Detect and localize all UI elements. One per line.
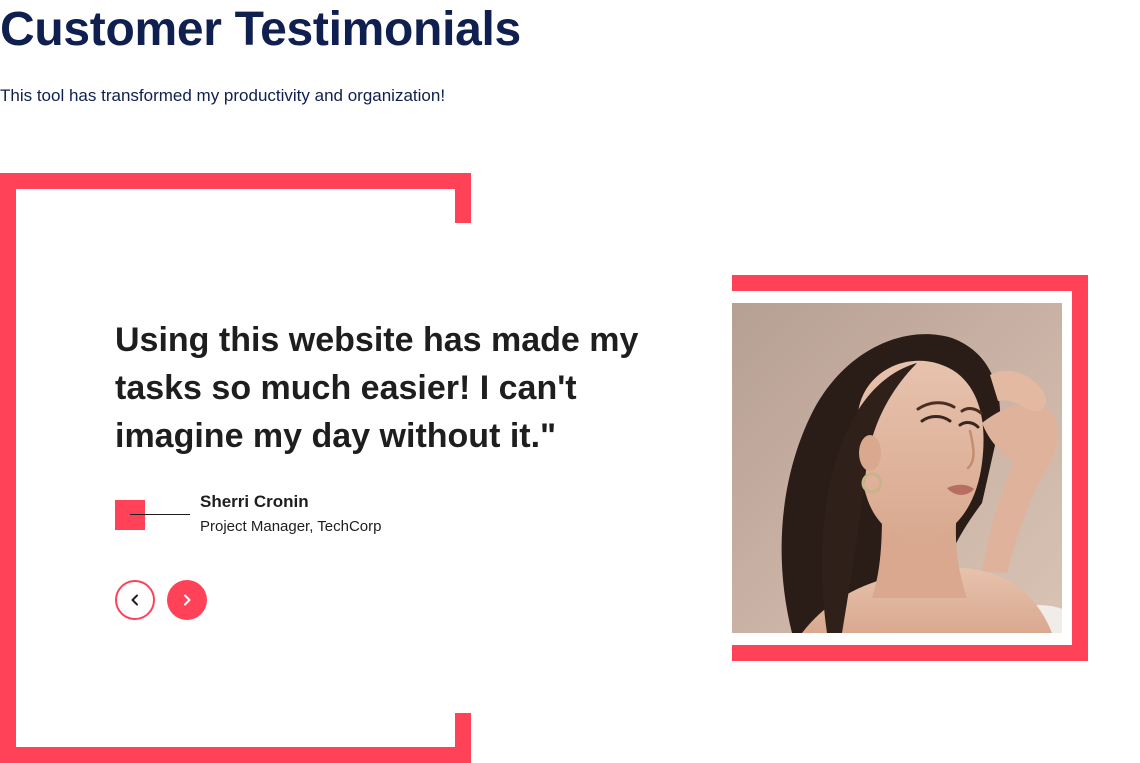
page-subtitle: This tool has transformed my productivit… [0, 86, 446, 105]
chevron-right-icon [184, 594, 191, 606]
next-testimonial-button[interactable] [167, 580, 207, 620]
author-photo [732, 303, 1062, 633]
frame-top-right-stub [455, 173, 471, 223]
page-title: Customer Testimonials [0, 3, 521, 56]
frame-bottom-right-stub [455, 713, 471, 763]
frame-top-bar [0, 173, 471, 189]
chevron-left-icon [131, 594, 138, 606]
author-divider-line [130, 514, 190, 515]
author-role: Project Manager, TechCorp [200, 518, 382, 535]
testimonial-quote: Using this website has made my tasks so … [115, 321, 639, 455]
author-accent-square [115, 500, 145, 530]
author-name: Sherri Cronin [200, 492, 309, 511]
frame-bottom-bar [0, 747, 471, 763]
previous-testimonial-button[interactable] [115, 580, 155, 620]
frame-left-bar [0, 173, 16, 763]
